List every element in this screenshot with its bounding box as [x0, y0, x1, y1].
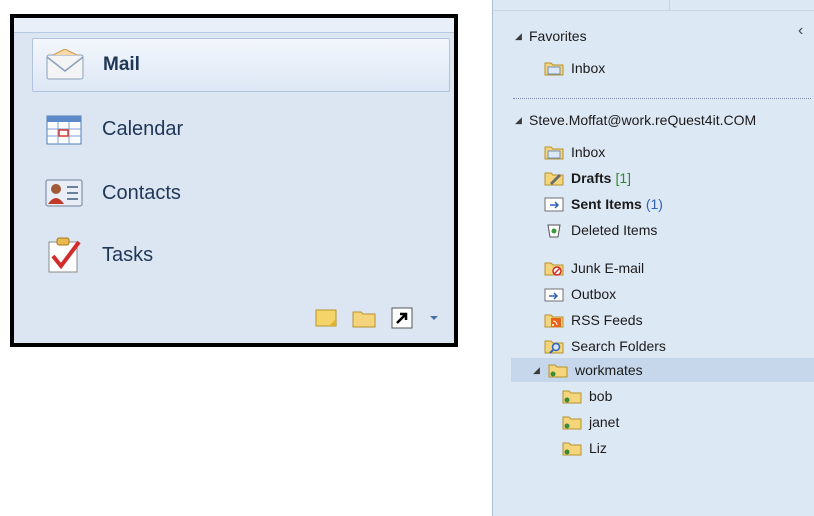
rss-feeds-icon: [543, 311, 565, 329]
inbox-folder-icon: [543, 59, 565, 77]
contacts-card-icon: [44, 173, 84, 213]
folder-workmates-label: workmates: [575, 362, 643, 378]
folder-junk-email-label: Junk E-mail: [571, 260, 645, 276]
nav-mail-button[interactable]: Mail: [32, 38, 450, 92]
folder-deleted-items[interactable]: Deleted Items: [543, 218, 657, 242]
expand-triangle-icon: ◢: [533, 364, 540, 375]
nav-mail-label: Mail: [103, 54, 140, 75]
folder-junk-email[interactable]: Junk E-mail: [543, 256, 644, 280]
inbox-folder-icon: [543, 143, 565, 161]
calendar-icon: [44, 109, 84, 149]
folder-sent-items[interactable]: Sent Items (1): [543, 192, 663, 216]
folder-search-folders[interactable]: Search Folders: [543, 334, 666, 358]
nav-pane-top-strip: [14, 18, 454, 33]
deleted-items-bin-icon: [543, 221, 565, 239]
nav-tasks-label: Tasks: [102, 243, 154, 266]
folder-inbox[interactable]: Inbox: [543, 140, 605, 164]
favorites-header[interactable]: ◢ Favorites: [515, 24, 587, 48]
shared-folder-icon: [561, 439, 583, 457]
folder-janet[interactable]: janet: [561, 410, 619, 434]
favorites-label: Favorites: [529, 28, 587, 44]
nav-contacts-label: Contacts: [102, 181, 181, 204]
sent-items-icon: [543, 195, 565, 213]
folder-outbox[interactable]: Outbox: [543, 282, 616, 306]
folder-workmates[interactable]: ◢ workmates: [533, 358, 643, 382]
configure-buttons-arrow-icon[interactable]: [428, 307, 440, 329]
junk-email-icon: [543, 259, 565, 277]
folder-sent-items-label: Sent Items: [571, 196, 642, 212]
shared-folder-icon: [561, 387, 583, 405]
folder-rss-feeds-label: RSS Feeds: [571, 312, 643, 328]
favorites-inbox[interactable]: Inbox: [543, 56, 605, 80]
search-folders-magnifier-icon: [543, 337, 565, 355]
nav-calendar-label: Calendar: [102, 117, 184, 140]
expand-triangle-icon: ◢: [515, 30, 522, 41]
folder-janet-label: janet: [589, 414, 620, 430]
pane-top-divider: [493, 0, 814, 11]
folder-bob[interactable]: bob: [561, 384, 612, 408]
tasks-checkmark-icon: [44, 235, 84, 275]
outbox-icon: [543, 285, 565, 303]
folder-pane: ◢ Favorites ‹ Inbox ◢ Steve.Moffat@work.…: [492, 0, 814, 516]
account-header[interactable]: ◢ Steve.Moffat@work.reQuest4it.COM: [515, 108, 756, 132]
shared-folder-icon: [547, 361, 569, 379]
drafts-count: [1]: [615, 170, 632, 186]
navigation-pane: Mail Calendar Contacts Tasks: [10, 14, 458, 347]
account-label: Steve.Moffat@work.reQuest4it.COM: [529, 112, 757, 128]
expand-triangle-icon: ◢: [515, 114, 522, 125]
favorites-separator: [513, 98, 811, 99]
shared-folder-icon: [561, 413, 583, 431]
folder-list-icon[interactable]: [352, 307, 376, 329]
nav-contacts-button[interactable]: Contacts: [32, 166, 450, 220]
favorites-inbox-label: Inbox: [571, 60, 606, 76]
folder-drafts[interactable]: Drafts [1]: [543, 166, 631, 190]
nav-bottom-toolbar: [314, 307, 440, 329]
folder-rss-feeds[interactable]: RSS Feeds: [543, 308, 643, 332]
folder-bob-label: bob: [589, 388, 613, 404]
folder-drafts-label: Drafts: [571, 170, 612, 186]
notes-icon[interactable]: [314, 307, 338, 329]
drafts-pencil-icon: [543, 169, 565, 187]
folder-liz[interactable]: Liz: [561, 436, 607, 460]
folder-deleted-items-label: Deleted Items: [571, 222, 658, 238]
folder-search-folders-label: Search Folders: [571, 338, 666, 354]
sent-items-count: (1): [645, 196, 663, 212]
mail-envelope-icon: [45, 45, 85, 85]
collapse-pane-chevron-icon[interactable]: ‹: [798, 22, 803, 40]
nav-tasks-button[interactable]: Tasks: [32, 228, 450, 282]
shortcuts-icon[interactable]: [390, 307, 414, 329]
folder-inbox-label: Inbox: [571, 144, 606, 160]
nav-calendar-button[interactable]: Calendar: [32, 102, 450, 156]
folder-outbox-label: Outbox: [571, 286, 617, 302]
folder-liz-label: Liz: [589, 440, 607, 456]
